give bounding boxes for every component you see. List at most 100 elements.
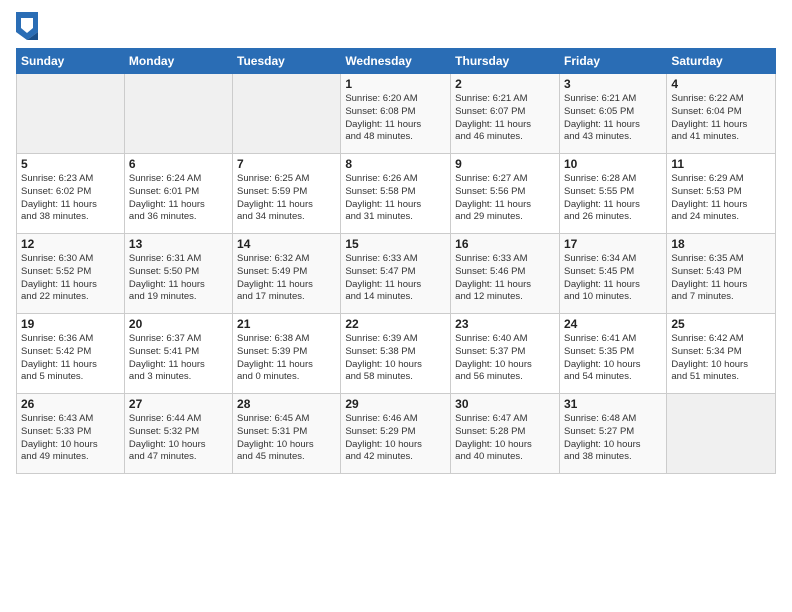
day-number: 21: [237, 317, 336, 331]
day-cell: 12 Sunrise: 6:30 AM Sunset: 5:52 PM Dayli…: [17, 234, 125, 314]
day-cell: 17Sunrise: 6:34 AM Sunset: 5:45 PM Dayli…: [559, 234, 666, 314]
day-number: 15: [345, 237, 446, 251]
day-info: Sunrise: 6:47 AM Sunset: 5:28 PM Dayligh…: [455, 413, 555, 464]
day-number: 2: [455, 77, 555, 91]
day-info: Sunrise: 6:24 AM Sunset: 6:01 PM Dayligh…: [129, 173, 228, 224]
day-info: Sunrise: 6:43 AM Sunset: 5:33 PM Dayligh…: [21, 413, 120, 464]
day-cell: 1 Sunrise: 6:20 AM Sunset: 6:08 PM Daylig…: [341, 74, 451, 154]
day-cell: 22 Sunrise: 6:39 AM Sunset: 5:38 PM Dayli…: [341, 314, 451, 394]
day-info: Sunrise: 6:48 AM Sunset: 5:27 PM Dayligh…: [564, 413, 662, 464]
week-row-5: 26 Sunrise: 6:43 AM Sunset: 5:33 PM Dayli…: [17, 394, 776, 474]
day-cell: 31 Sunrise: 6:48 AM Sunset: 5:27 PM Dayli…: [559, 394, 666, 474]
day-cell: 9Sunrise: 6:27 AM Sunset: 5:56 PM Daylig…: [451, 154, 560, 234]
week-row-1: 1 Sunrise: 6:20 AM Sunset: 6:08 PM Daylig…: [17, 74, 776, 154]
day-cell: 14 Sunrise: 6:32 AM Sunset: 5:49 PM Dayli…: [233, 234, 341, 314]
day-info: Sunrise: 6:26 AM Sunset: 5:58 PM Dayligh…: [345, 173, 446, 224]
day-info: Sunrise: 6:21 AM Sunset: 6:05 PM Dayligh…: [564, 93, 662, 144]
day-cell: [124, 74, 232, 154]
logo: [16, 12, 40, 40]
day-info: Sunrise: 6:31 AM Sunset: 5:50 PM Dayligh…: [129, 253, 228, 304]
day-number: 29: [345, 397, 446, 411]
day-number: 20: [129, 317, 228, 331]
page: SundayMondayTuesdayWednesdayThursdayFrid…: [0, 0, 792, 612]
day-number: 8: [345, 157, 446, 171]
day-cell: 21 Sunrise: 6:38 AM Sunset: 5:39 PM Dayli…: [233, 314, 341, 394]
day-number: 10: [564, 157, 662, 171]
day-cell: 27 Sunrise: 6:44 AM Sunset: 5:32 PM Dayli…: [124, 394, 232, 474]
day-info: Sunrise: 6:41 AM Sunset: 5:35 PM Dayligh…: [564, 333, 662, 384]
day-number: 14: [237, 237, 336, 251]
day-cell: 13 Sunrise: 6:31 AM Sunset: 5:50 PM Dayli…: [124, 234, 232, 314]
day-info: Sunrise: 6:25 AM Sunset: 5:59 PM Dayligh…: [237, 173, 336, 224]
day-cell: 5 Sunrise: 6:23 AM Sunset: 6:02 PM Daylig…: [17, 154, 125, 234]
day-number: 17: [564, 237, 662, 251]
day-info: Sunrise: 6:33 AM Sunset: 5:47 PM Dayligh…: [345, 253, 446, 304]
day-number: 28: [237, 397, 336, 411]
day-number: 19: [21, 317, 120, 331]
day-cell: 11Sunrise: 6:29 AM Sunset: 5:53 PM Dayli…: [667, 154, 776, 234]
day-number: 30: [455, 397, 555, 411]
day-info: Sunrise: 6:27 AM Sunset: 5:56 PM Dayligh…: [455, 173, 555, 224]
day-cell: [667, 394, 776, 474]
day-cell: 25Sunrise: 6:42 AM Sunset: 5:34 PM Dayli…: [667, 314, 776, 394]
day-number: 4: [671, 77, 771, 91]
day-info: Sunrise: 6:46 AM Sunset: 5:29 PM Dayligh…: [345, 413, 446, 464]
day-info: Sunrise: 6:40 AM Sunset: 5:37 PM Dayligh…: [455, 333, 555, 384]
day-number: 3: [564, 77, 662, 91]
day-info: Sunrise: 6:35 AM Sunset: 5:43 PM Dayligh…: [671, 253, 771, 304]
day-info: Sunrise: 6:45 AM Sunset: 5:31 PM Dayligh…: [237, 413, 336, 464]
weekday-header-wednesday: Wednesday: [341, 49, 451, 74]
day-cell: [17, 74, 125, 154]
day-number: 12: [21, 237, 120, 251]
day-info: Sunrise: 6:38 AM Sunset: 5:39 PM Dayligh…: [237, 333, 336, 384]
day-info: Sunrise: 6:37 AM Sunset: 5:41 PM Dayligh…: [129, 333, 228, 384]
day-cell: 19 Sunrise: 6:36 AM Sunset: 5:42 PM Dayli…: [17, 314, 125, 394]
day-cell: 15 Sunrise: 6:33 AM Sunset: 5:47 PM Dayli…: [341, 234, 451, 314]
weekday-header-friday: Friday: [559, 49, 666, 74]
day-cell: 2 Sunrise: 6:21 AM Sunset: 6:07 PM Daylig…: [451, 74, 560, 154]
day-number: 23: [455, 317, 555, 331]
day-number: 6: [129, 157, 228, 171]
weekday-header-row: SundayMondayTuesdayWednesdayThursdayFrid…: [17, 49, 776, 74]
day-info: Sunrise: 6:39 AM Sunset: 5:38 PM Dayligh…: [345, 333, 446, 384]
logo-icon: [16, 12, 38, 40]
day-number: 26: [21, 397, 120, 411]
day-cell: 28 Sunrise: 6:45 AM Sunset: 5:31 PM Dayli…: [233, 394, 341, 474]
day-cell: 16 Sunrise: 6:33 AM Sunset: 5:46 PM Dayli…: [451, 234, 560, 314]
day-info: Sunrise: 6:33 AM Sunset: 5:46 PM Dayligh…: [455, 253, 555, 304]
day-number: 18: [671, 237, 771, 251]
day-info: Sunrise: 6:44 AM Sunset: 5:32 PM Dayligh…: [129, 413, 228, 464]
day-cell: 8 Sunrise: 6:26 AM Sunset: 5:58 PM Daylig…: [341, 154, 451, 234]
day-info: Sunrise: 6:30 AM Sunset: 5:52 PM Dayligh…: [21, 253, 120, 304]
calendar-table: SundayMondayTuesdayWednesdayThursdayFrid…: [16, 48, 776, 474]
day-cell: 4 Sunrise: 6:22 AM Sunset: 6:04 PM Daylig…: [667, 74, 776, 154]
week-row-3: 12 Sunrise: 6:30 AM Sunset: 5:52 PM Dayli…: [17, 234, 776, 314]
day-number: 24: [564, 317, 662, 331]
day-cell: 18 Sunrise: 6:35 AM Sunset: 5:43 PM Dayli…: [667, 234, 776, 314]
day-cell: 7 Sunrise: 6:25 AM Sunset: 5:59 PM Daylig…: [233, 154, 341, 234]
day-info: Sunrise: 6:29 AM Sunset: 5:53 PM Dayligh…: [671, 173, 771, 224]
day-number: 1: [345, 77, 446, 91]
day-info: Sunrise: 6:36 AM Sunset: 5:42 PM Dayligh…: [21, 333, 120, 384]
day-cell: [233, 74, 341, 154]
day-info: Sunrise: 6:20 AM Sunset: 6:08 PM Dayligh…: [345, 93, 446, 144]
day-number: 25: [671, 317, 771, 331]
header: [16, 12, 776, 40]
day-number: 22: [345, 317, 446, 331]
week-row-4: 19 Sunrise: 6:36 AM Sunset: 5:42 PM Dayli…: [17, 314, 776, 394]
day-cell: 24 Sunrise: 6:41 AM Sunset: 5:35 PM Dayli…: [559, 314, 666, 394]
day-number: 16: [455, 237, 555, 251]
day-info: Sunrise: 6:23 AM Sunset: 6:02 PM Dayligh…: [21, 173, 120, 224]
week-row-2: 5 Sunrise: 6:23 AM Sunset: 6:02 PM Daylig…: [17, 154, 776, 234]
day-cell: 20 Sunrise: 6:37 AM Sunset: 5:41 PM Dayli…: [124, 314, 232, 394]
day-number: 27: [129, 397, 228, 411]
day-info: Sunrise: 6:22 AM Sunset: 6:04 PM Dayligh…: [671, 93, 771, 144]
weekday-header-tuesday: Tuesday: [233, 49, 341, 74]
day-number: 31: [564, 397, 662, 411]
day-info: Sunrise: 6:21 AM Sunset: 6:07 PM Dayligh…: [455, 93, 555, 144]
day-number: 13: [129, 237, 228, 251]
day-number: 7: [237, 157, 336, 171]
day-info: Sunrise: 6:32 AM Sunset: 5:49 PM Dayligh…: [237, 253, 336, 304]
day-cell: 30 Sunrise: 6:47 AM Sunset: 5:28 PM Dayli…: [451, 394, 560, 474]
day-number: 5: [21, 157, 120, 171]
